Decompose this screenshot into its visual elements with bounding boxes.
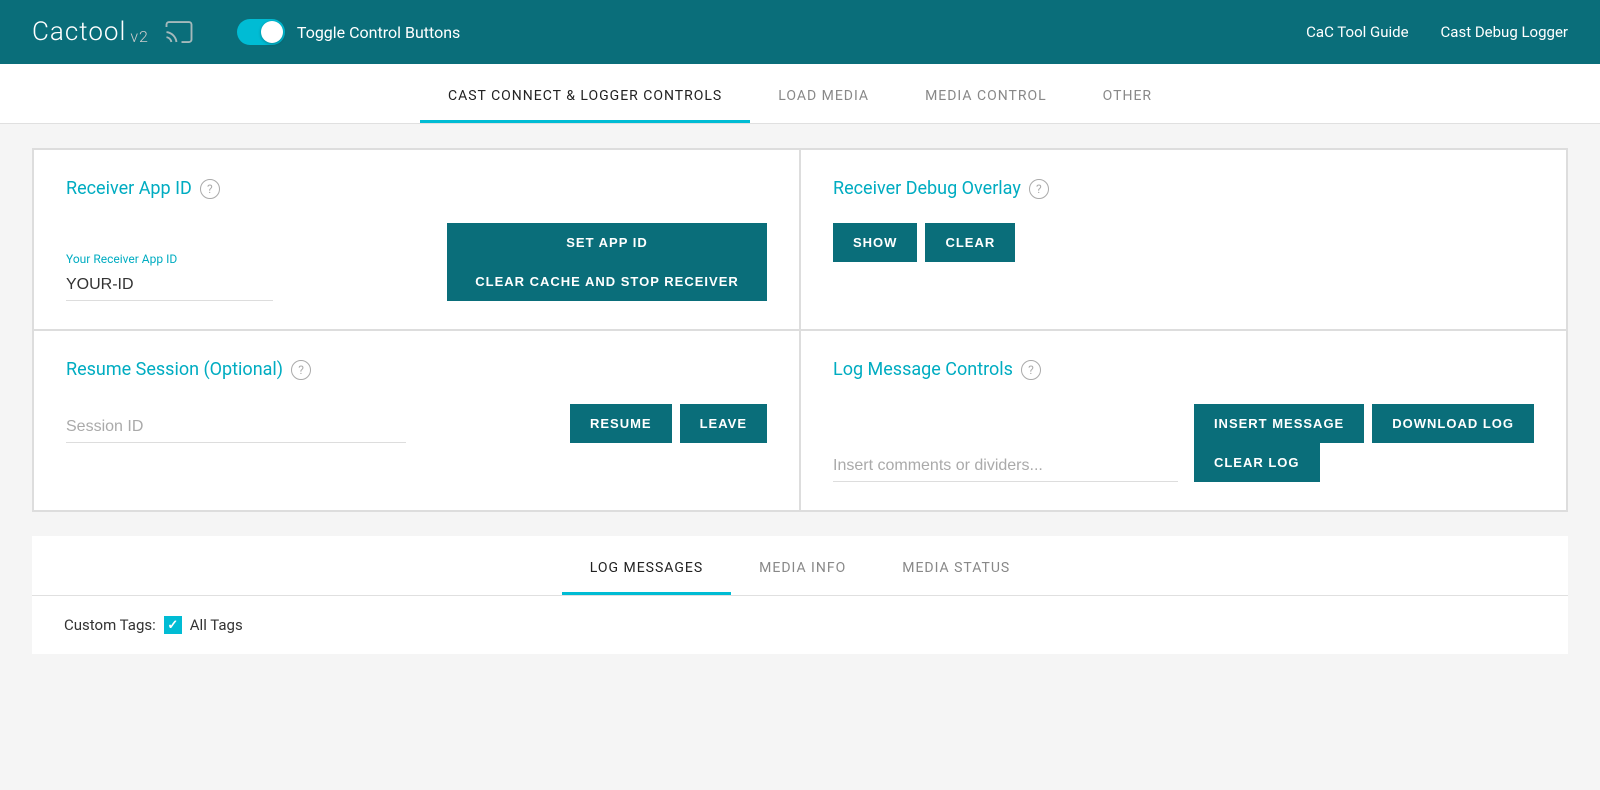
all-tags-checkbox[interactable] [164, 616, 182, 634]
tab-load-media[interactable]: LOAD MEDIA [750, 72, 897, 123]
receiver-app-id-input-group: Your Receiver App ID [66, 252, 273, 301]
receiver-app-id-body: Your Receiver App ID SET APP ID CLEAR CA… [66, 223, 767, 301]
cac-tool-guide-link[interactable]: CaC Tool Guide [1306, 23, 1408, 41]
tab-log-messages[interactable]: LOG MESSAGES [562, 544, 731, 595]
cast-debug-logger-link[interactable]: Cast Debug Logger [1441, 23, 1568, 41]
resume-session-body: RESUME LEAVE [66, 404, 767, 443]
toggle-control-buttons[interactable] [237, 19, 285, 45]
cast-icon [161, 17, 197, 47]
all-tags-label: All Tags [190, 616, 243, 634]
debug-overlay-buttons: SHOW CLEAR [833, 223, 1534, 262]
receiver-app-id-input[interactable] [66, 270, 273, 301]
log-buttons: INSERT MESSAGE DOWNLOAD LOG CLEAR LOG [1194, 404, 1534, 482]
bottom-tabs: LOG MESSAGES MEDIA INFO MEDIA STATUS [32, 536, 1568, 596]
custom-tags-row: Custom Tags: All Tags [32, 596, 1568, 654]
custom-tags-label: Custom Tags: [64, 616, 156, 634]
resume-session-title: Resume Session (Optional) ? [66, 359, 767, 380]
tab-media-info[interactable]: MEDIA INFO [731, 544, 874, 595]
resume-session-buttons: RESUME LEAVE [570, 404, 767, 443]
tab-cast-connect[interactable]: CAST CONNECT & LOGGER CONTROLS [420, 72, 750, 123]
set-app-id-button[interactable]: SET APP ID [447, 223, 767, 262]
cards-grid: Receiver App ID ? Your Receiver App ID S… [32, 148, 1568, 512]
session-id-input[interactable] [66, 412, 406, 443]
tab-media-status[interactable]: MEDIA STATUS [874, 544, 1038, 595]
receiver-debug-overlay-help-icon[interactable]: ? [1029, 179, 1049, 199]
header-nav: CaC Tool Guide Cast Debug Logger [1306, 23, 1568, 41]
clear-log-button[interactable]: CLEAR LOG [1194, 443, 1320, 482]
toggle-label: Toggle Control Buttons [297, 23, 460, 42]
log-message-controls-help-icon[interactable]: ? [1021, 360, 1041, 380]
app-logo: Cactool v2 [32, 17, 197, 47]
main-content: Receiver App ID ? Your Receiver App ID S… [0, 124, 1600, 678]
clear-cache-stop-receiver-button[interactable]: CLEAR CACHE AND STOP RECEIVER [447, 262, 767, 301]
log-message-controls-card: Log Message Controls ? INSERT MESSAGE DO… [800, 330, 1567, 511]
log-message-controls-title: Log Message Controls ? [833, 359, 1534, 380]
receiver-app-id-title: Receiver App ID ? [66, 178, 767, 199]
show-debug-overlay-button[interactable]: SHOW [833, 223, 917, 262]
resume-session-help-icon[interactable]: ? [291, 360, 311, 380]
logo-version: v2 [130, 27, 149, 46]
leave-button[interactable]: LEAVE [680, 404, 767, 443]
toggle-section: Toggle Control Buttons [237, 19, 460, 45]
receiver-app-id-help-icon[interactable]: ? [200, 179, 220, 199]
insert-message-button[interactable]: INSERT MESSAGE [1194, 404, 1364, 443]
receiver-app-id-card: Receiver App ID ? Your Receiver App ID S… [33, 149, 800, 330]
log-message-controls-body: INSERT MESSAGE DOWNLOAD LOG CLEAR LOG [833, 404, 1534, 482]
receiver-debug-overlay-card: Receiver Debug Overlay ? SHOW CLEAR [800, 149, 1567, 330]
tab-media-control[interactable]: MEDIA CONTROL [897, 72, 1075, 123]
log-buttons-top-row: INSERT MESSAGE DOWNLOAD LOG [1194, 404, 1534, 443]
main-tabs: CAST CONNECT & LOGGER CONTROLS LOAD MEDI… [0, 64, 1600, 124]
clear-debug-overlay-button[interactable]: CLEAR [925, 223, 1015, 262]
download-log-button[interactable]: DOWNLOAD LOG [1372, 404, 1534, 443]
logo-text: Cactool [32, 17, 126, 47]
tab-other[interactable]: OTHER [1075, 72, 1180, 123]
receiver-app-id-buttons: SET APP ID CLEAR CACHE AND STOP RECEIVER [447, 223, 767, 301]
resume-button[interactable]: RESUME [570, 404, 672, 443]
receiver-app-id-input-label: Your Receiver App ID [66, 252, 273, 266]
receiver-debug-overlay-title: Receiver Debug Overlay ? [833, 178, 1534, 199]
log-comment-input[interactable] [833, 451, 1178, 482]
resume-session-card: Resume Session (Optional) ? RESUME LEAVE [33, 330, 800, 511]
app-header: Cactool v2 Toggle Control Buttons CaC To… [0, 0, 1600, 64]
